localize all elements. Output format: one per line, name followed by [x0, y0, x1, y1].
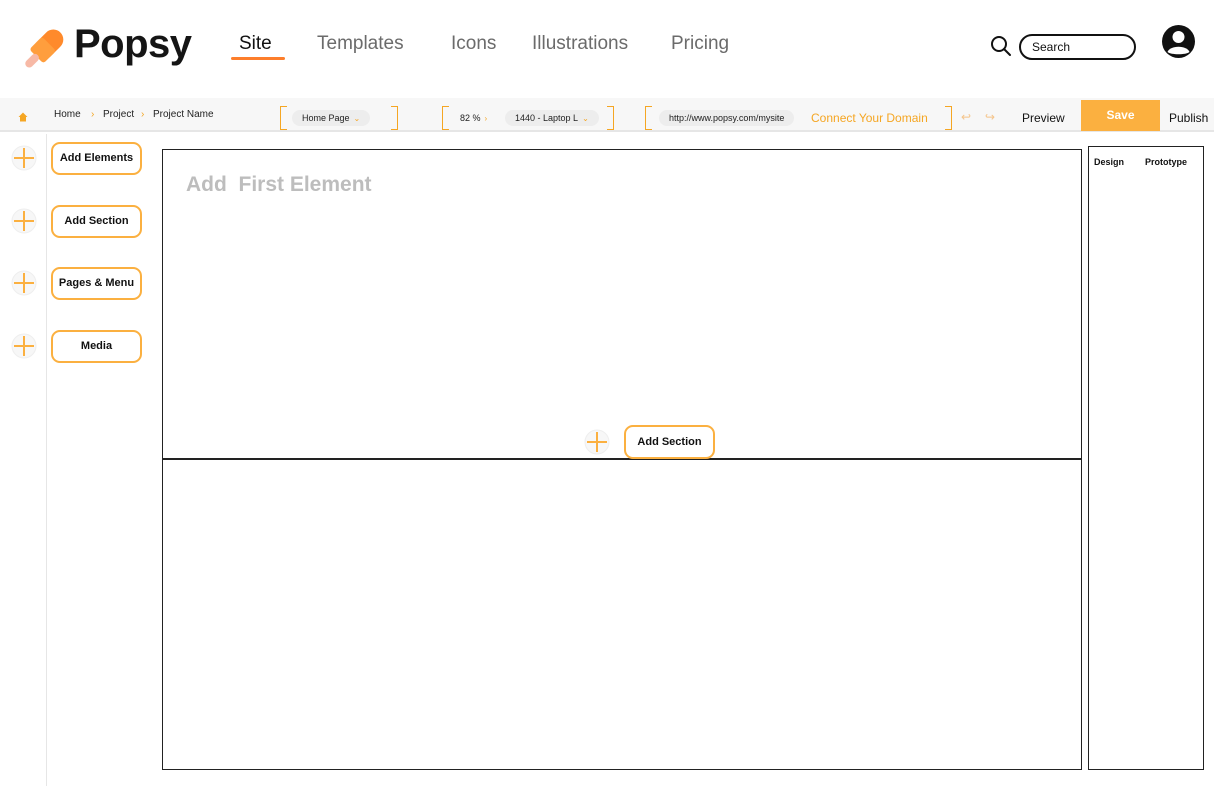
- nav-illustrations[interactable]: Illustrations: [532, 31, 628, 57]
- chevron-right-icon: ›: [91, 109, 95, 120]
- add-section-button[interactable]: Add Section: [51, 205, 142, 238]
- home-icon[interactable]: [18, 109, 28, 122]
- preview-button[interactable]: Preview: [1022, 110, 1065, 126]
- bracket-right: [391, 106, 398, 130]
- bracket-left: [645, 106, 652, 130]
- properties-panel: [1088, 146, 1204, 770]
- tab-design[interactable]: Design: [1094, 156, 1124, 168]
- page-select-value: Home Page: [302, 113, 350, 123]
- popsicle-logo-icon[interactable]: [16, 22, 68, 74]
- canvas-add-section-button[interactable]: Add Section: [624, 425, 715, 459]
- breadcrumb-project-name[interactable]: Project Name: [153, 108, 214, 122]
- plus-circle-icon[interactable]: [584, 429, 610, 455]
- pages-menu-button[interactable]: Pages & Menu: [51, 267, 142, 300]
- nav-icons[interactable]: Icons: [451, 31, 496, 57]
- bracket-left: [442, 106, 449, 130]
- undo-icon[interactable]: ↩: [961, 109, 971, 125]
- plus-circle-icon[interactable]: [11, 208, 37, 234]
- media-button[interactable]: Media: [51, 330, 142, 363]
- breadcrumb-project[interactable]: Project: [103, 108, 134, 122]
- section-divider: [162, 458, 1082, 460]
- search-icon[interactable]: [990, 35, 1012, 57]
- search-input[interactable]: Search: [1019, 34, 1136, 60]
- connect-domain-link[interactable]: Connect Your Domain: [811, 110, 928, 126]
- page-select[interactable]: Home Page ⌄: [292, 110, 371, 126]
- site-url[interactable]: http://www.popsy.com/mysite: [659, 110, 795, 126]
- nav-templates[interactable]: Templates: [317, 31, 404, 57]
- chevron-right-icon: ›: [484, 114, 488, 123]
- nav-active-underline: [231, 57, 285, 60]
- save-button[interactable]: Save: [1081, 100, 1160, 131]
- chevron-down-icon: ⌄: [582, 114, 589, 123]
- zoom-select[interactable]: 82 % ›: [450, 110, 487, 126]
- chevron-right-icon: ›: [141, 109, 145, 120]
- plus-circle-icon[interactable]: [11, 333, 37, 359]
- user-avatar-icon[interactable]: [1161, 24, 1196, 59]
- bracket-right: [607, 106, 614, 130]
- viewport-value: 1440 - Laptop L: [515, 113, 579, 123]
- publish-button[interactable]: Publish: [1169, 110, 1208, 126]
- tab-prototype[interactable]: Prototype: [1145, 156, 1187, 168]
- brand-name[interactable]: Popsy: [74, 24, 192, 64]
- viewport-select[interactable]: 1440 - Laptop L ⌄: [505, 110, 599, 126]
- plus-circle-icon[interactable]: [11, 145, 37, 171]
- add-elements-button[interactable]: Add Elements: [51, 142, 142, 175]
- plus-circle-icon[interactable]: [11, 270, 37, 296]
- top-navigation: Popsy Site Templates Icons Illustrations…: [0, 0, 1214, 98]
- redo-icon[interactable]: ↪: [985, 109, 995, 125]
- add-first-element-placeholder[interactable]: Add First Element: [186, 172, 372, 198]
- breadcrumb-home[interactable]: Home: [54, 108, 81, 122]
- bracket-right: [945, 106, 952, 130]
- nav-site[interactable]: Site: [239, 31, 272, 57]
- bracket-left: [280, 106, 287, 130]
- zoom-value: 82 %: [460, 113, 481, 123]
- chevron-down-icon: ⌄: [353, 114, 361, 123]
- nav-pricing[interactable]: Pricing: [671, 31, 729, 57]
